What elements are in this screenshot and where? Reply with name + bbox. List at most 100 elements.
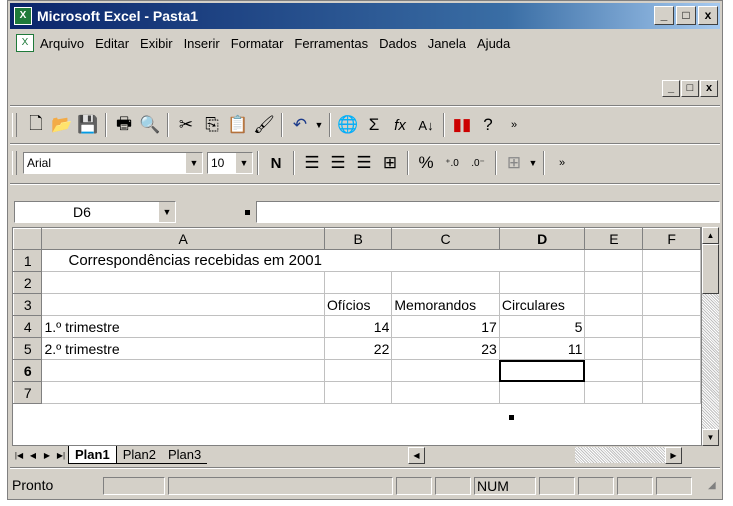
scroll-up-icon[interactable]: ▲ [702, 227, 719, 244]
vertical-scrollbar[interactable]: ▲ ▼ [702, 227, 719, 446]
borders-icon[interactable]: ⊞ [501, 150, 527, 176]
menu-ajuda[interactable]: Ajuda [477, 36, 510, 51]
help-icon[interactable]: ? [475, 112, 501, 138]
menu-arquivo[interactable]: Arquivo [40, 36, 84, 51]
borders-dropdown-icon[interactable]: ▼ [527, 150, 539, 176]
undo-icon[interactable]: ↶ [287, 112, 313, 138]
cell-f6[interactable] [642, 359, 701, 382]
resize-grip-icon[interactable]: ◢ [708, 480, 720, 492]
horizontal-scroll-track[interactable] [575, 447, 665, 463]
cell-b5[interactable]: 22 [323, 337, 393, 360]
cell-a1[interactable]: Correspondências recebidas em 2001 [41, 249, 325, 272]
cell-c5[interactable]: 23 [391, 337, 500, 360]
menu-formatar[interactable]: Formatar [231, 36, 284, 51]
column-header-f[interactable]: F [642, 228, 701, 250]
scroll-down-icon[interactable]: ▼ [702, 429, 719, 446]
cell-e6[interactable] [584, 359, 644, 382]
menu-inserir[interactable]: Inserir [184, 36, 220, 51]
cell-a3[interactable] [41, 293, 325, 316]
align-right-icon[interactable]: ☰ [351, 150, 377, 176]
cell-e5[interactable] [584, 337, 644, 360]
copy-icon[interactable]: ⎘ [199, 112, 225, 138]
restore-button[interactable]: □ [676, 6, 696, 25]
column-header-a[interactable]: A [41, 228, 325, 250]
workbook-minimize-button[interactable]: _ [662, 80, 680, 97]
print-icon[interactable]: 🖶 [111, 112, 137, 138]
last-sheet-icon[interactable]: ▶| [54, 447, 68, 463]
menu-exibir[interactable]: Exibir [140, 36, 173, 51]
chevron-down-icon[interactable]: ▼ [185, 153, 202, 173]
tab-plan3[interactable]: Plan3 [161, 446, 208, 464]
name-box[interactable]: D6 ▼ [14, 201, 176, 223]
workbook-close-button[interactable]: x [700, 80, 718, 97]
workbook-icon[interactable]: X [16, 34, 34, 52]
column-header-c[interactable]: C [391, 228, 500, 250]
column-header-d[interactable]: D [498, 228, 586, 250]
row-header[interactable]: 3 [13, 293, 43, 316]
cell-f1[interactable] [642, 249, 701, 272]
formula-bar-splitter[interactable] [176, 201, 256, 223]
align-left-icon[interactable]: ☰ [299, 150, 325, 176]
font-name-combo[interactable]: Arial ▼ [23, 152, 203, 174]
cell-c7[interactable] [391, 381, 500, 404]
cell-e3[interactable] [584, 293, 644, 316]
cell-a6[interactable] [41, 359, 325, 382]
undo-dropdown-icon[interactable]: ▼ [313, 112, 325, 138]
cell-f3[interactable] [642, 293, 701, 316]
cell-e7[interactable] [584, 381, 644, 404]
row-header[interactable]: 1 [13, 249, 43, 272]
print-preview-icon[interactable]: 🔍 [137, 112, 163, 138]
cell-b7[interactable] [323, 381, 393, 404]
chevron-down-icon[interactable]: ▼ [159, 202, 175, 222]
row-header[interactable]: 6 [13, 359, 43, 382]
cell-a5[interactable]: 2.º trimestre [41, 337, 325, 360]
percent-style-button[interactable]: % [413, 150, 439, 176]
chart-wizard-icon[interactable]: ▮▮ [449, 112, 475, 138]
cell-a2[interactable] [41, 271, 325, 294]
row-header[interactable]: 5 [13, 337, 43, 360]
menu-editar[interactable]: Editar [95, 36, 129, 51]
new-document-icon[interactable]: 🗋 [23, 112, 49, 138]
workbook-restore-button[interactable]: □ [681, 80, 699, 97]
chevron-down-icon[interactable]: ▼ [235, 153, 252, 173]
tab-plan1[interactable]: Plan1 [68, 446, 117, 464]
cell-b1[interactable] [324, 249, 392, 272]
vertical-scroll-thumb[interactable] [702, 244, 719, 294]
cell-f2[interactable] [642, 271, 701, 294]
sort-ascending-icon[interactable]: A↓ [413, 112, 439, 138]
cell-e2[interactable] [584, 271, 644, 294]
toolbar-grip[interactable] [12, 113, 17, 137]
cell-d3[interactable]: Circulares [498, 293, 586, 316]
cell-c3[interactable]: Memorandos [391, 293, 500, 316]
cell-e4[interactable] [584, 315, 644, 338]
merge-center-icon[interactable]: ⊞ [377, 150, 403, 176]
cell-f7[interactable] [642, 381, 701, 404]
bold-button[interactable]: N [263, 150, 289, 176]
cell-b3[interactable]: Ofícios [323, 293, 393, 316]
formula-input[interactable] [256, 201, 720, 223]
increase-decimal-icon[interactable]: ⁺.0 [439, 150, 465, 176]
close-button[interactable]: x [698, 6, 718, 25]
vertical-scroll-track[interactable] [702, 294, 719, 429]
cut-icon[interactable]: ✂ [173, 112, 199, 138]
save-disk-icon[interactable]: 💾 [75, 112, 101, 138]
row-header[interactable]: 4 [13, 315, 43, 338]
menu-janela[interactable]: Janela [428, 36, 466, 51]
cell-c4[interactable]: 17 [391, 315, 500, 338]
minimize-button[interactable]: _ [654, 6, 674, 25]
cell-a7[interactable] [41, 381, 325, 404]
cell-b2[interactable] [323, 271, 393, 294]
next-sheet-icon[interactable]: ▶ [40, 447, 54, 463]
row-header[interactable]: 2 [13, 271, 43, 294]
fill-handle[interactable] [509, 415, 514, 420]
cell-d4[interactable]: 5 [498, 315, 586, 338]
cell-c2[interactable] [391, 271, 500, 294]
cell-a4[interactable]: 1.º trimestre [41, 315, 325, 338]
worksheet-grid[interactable]: A B C D E F 1 Correspondências recebidas… [12, 227, 702, 446]
tab-plan2[interactable]: Plan2 [116, 446, 162, 464]
prev-sheet-icon[interactable]: ◀ [26, 447, 40, 463]
column-header-b[interactable]: B [323, 228, 393, 250]
open-folder-icon[interactable]: 📂 [49, 112, 75, 138]
font-size-combo[interactable]: 10 ▼ [207, 152, 253, 174]
horizontal-scroll-thumb[interactable] [425, 447, 575, 463]
